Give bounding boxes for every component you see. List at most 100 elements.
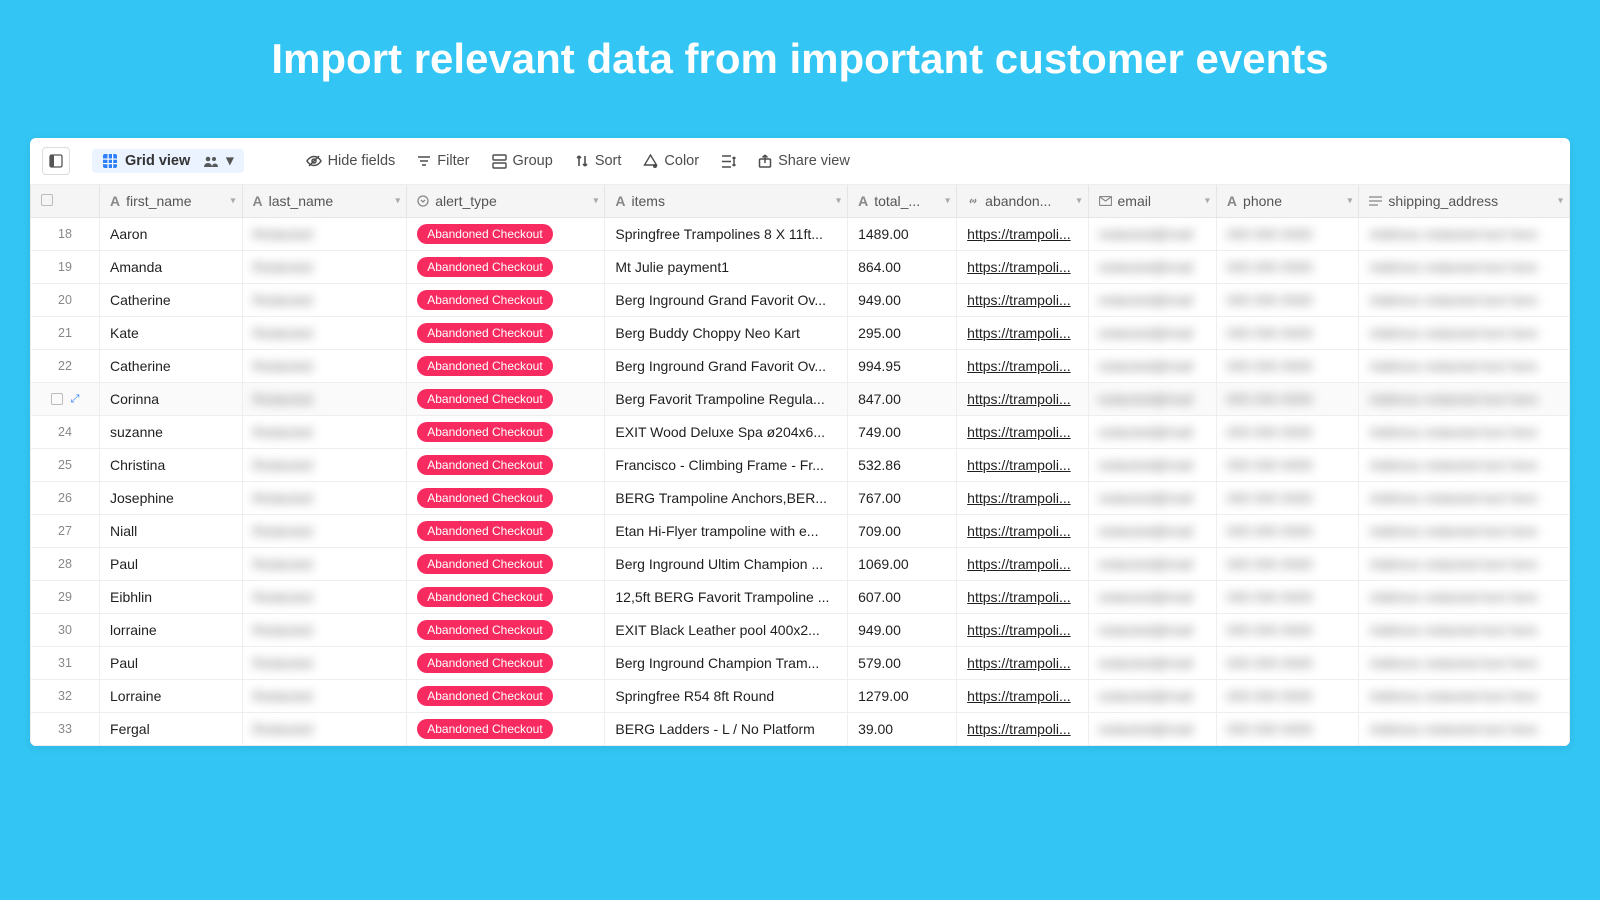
shipping-cell[interactable]: Address redacted text here [1359,350,1570,383]
first-name-cell[interactable]: Josephine [100,482,242,515]
total-cell[interactable]: 994.95 [848,350,957,383]
total-cell[interactable]: 864.00 [848,251,957,284]
first-name-cell[interactable]: Lorraine [100,680,242,713]
row-number-cell[interactable]: 33 [31,713,100,746]
abandon-link[interactable]: https://trampoli... [967,589,1070,605]
row-number-cell[interactable]: 29 [31,581,100,614]
total-cell[interactable]: 749.00 [848,416,957,449]
table-row[interactable]: 20CatherineRedactedAbandoned CheckoutBer… [31,284,1570,317]
first-name-cell[interactable]: Amanda [100,251,242,284]
abandon-link[interactable]: https://trampoli... [967,523,1070,539]
row-number-cell[interactable]: 30 [31,614,100,647]
abandon-link[interactable]: https://trampoli... [967,721,1070,737]
table-row[interactable]: 33FergalRedactedAbandoned CheckoutBERG L… [31,713,1570,746]
last-name-cell[interactable]: Redacted [242,581,407,614]
email-cell[interactable]: redacted@mail [1088,416,1216,449]
row-number-cell[interactable]: 26 [31,482,100,515]
abandon-cell[interactable]: https://trampoli... [957,680,1088,713]
row-number-cell[interactable]: 18 [31,218,100,251]
col-total[interactable]: Atotal_...▾ [848,185,957,218]
row-number-cell[interactable]: 32 [31,680,100,713]
items-cell[interactable]: BERG Ladders - L / No Platform [605,713,848,746]
alert-type-cell[interactable]: Abandoned Checkout [407,416,605,449]
shipping-cell[interactable]: Address redacted text here [1359,317,1570,350]
table-row[interactable]: 29EibhlinRedactedAbandoned Checkout12,5f… [31,581,1570,614]
row-height-button[interactable] [721,154,736,169]
shipping-cell[interactable]: Address redacted text here [1359,416,1570,449]
email-cell[interactable]: redacted@mail [1088,284,1216,317]
total-cell[interactable]: 1279.00 [848,680,957,713]
chevron-down-icon[interactable]: ▾ [1558,196,1563,207]
total-cell[interactable]: 949.00 [848,284,957,317]
phone-cell[interactable]: 000 000 0000 [1216,548,1358,581]
first-name-cell[interactable]: lorraine [100,614,242,647]
abandon-cell[interactable]: https://trampoli... [957,218,1088,251]
last-name-cell[interactable]: Redacted [242,416,407,449]
total-cell[interactable]: 709.00 [848,515,957,548]
alert-type-cell[interactable]: Abandoned Checkout [407,680,605,713]
table-row[interactable]: 31PaulRedactedAbandoned CheckoutBerg Ing… [31,647,1570,680]
hide-fields-button[interactable]: Hide fields [306,153,396,169]
abandon-link[interactable]: https://trampoli... [967,226,1070,242]
shipping-cell[interactable]: Address redacted text here [1359,284,1570,317]
shipping-cell[interactable]: Address redacted text here [1359,383,1570,416]
chevron-down-icon[interactable]: ▾ [945,196,950,207]
total-cell[interactable]: 579.00 [848,647,957,680]
col-email[interactable]: email▾ [1088,185,1216,218]
abandon-link[interactable]: https://trampoli... [967,556,1070,572]
shipping-cell[interactable]: Address redacted text here [1359,515,1570,548]
group-button[interactable]: Group [492,153,553,169]
items-cell[interactable]: 12,5ft BERG Favorit Trampoline ... [605,581,848,614]
first-name-cell[interactable]: Catherine [100,284,242,317]
table-row[interactable]: ⤢CorinnaRedactedAbandoned CheckoutBerg F… [31,383,1570,416]
email-cell[interactable]: redacted@mail [1088,614,1216,647]
checkbox-icon[interactable] [51,393,63,405]
table-row[interactable]: 32LorraineRedactedAbandoned CheckoutSpri… [31,680,1570,713]
share-view-button[interactable]: Share view [758,153,850,169]
last-name-cell[interactable]: Redacted [242,317,407,350]
checkbox-icon[interactable] [41,194,53,206]
abandon-link[interactable]: https://trampoli... [967,259,1070,275]
total-cell[interactable]: 295.00 [848,317,957,350]
chevron-down-icon[interactable]: ▾ [836,196,841,207]
shipping-cell[interactable]: Address redacted text here [1359,614,1570,647]
alert-type-cell[interactable]: Abandoned Checkout [407,515,605,548]
alert-type-cell[interactable]: Abandoned Checkout [407,647,605,680]
abandon-link[interactable]: https://trampoli... [967,655,1070,671]
email-cell[interactable]: redacted@mail [1088,713,1216,746]
phone-cell[interactable]: 000 000 0000 [1216,218,1358,251]
row-number-cell[interactable]: 24 [31,416,100,449]
col-items[interactable]: Aitems▾ [605,185,848,218]
col-phone[interactable]: Aphone▾ [1216,185,1358,218]
table-row[interactable]: 28PaulRedactedAbandoned CheckoutBerg Ing… [31,548,1570,581]
abandon-cell[interactable]: https://trampoli... [957,251,1088,284]
row-number-cell[interactable]: 22 [31,350,100,383]
abandon-cell[interactable]: https://trampoli... [957,614,1088,647]
first-name-cell[interactable]: Niall [100,515,242,548]
alert-type-cell[interactable]: Abandoned Checkout [407,449,605,482]
alert-type-cell[interactable]: Abandoned Checkout [407,218,605,251]
abandon-link[interactable]: https://trampoli... [967,391,1070,407]
items-cell[interactable]: EXIT Wood Deluxe Spa ø204x6... [605,416,848,449]
last-name-cell[interactable]: Redacted [242,713,407,746]
shipping-cell[interactable]: Address redacted text here [1359,251,1570,284]
first-name-cell[interactable]: Paul [100,548,242,581]
email-cell[interactable]: redacted@mail [1088,383,1216,416]
alert-type-cell[interactable]: Abandoned Checkout [407,614,605,647]
items-cell[interactable]: Springfree Trampolines 8 X 11ft... [605,218,848,251]
col-alert-type[interactable]: alert_type▾ [407,185,605,218]
phone-cell[interactable]: 000 000 0000 [1216,647,1358,680]
last-name-cell[interactable]: Redacted [242,647,407,680]
first-name-cell[interactable]: Catherine [100,350,242,383]
last-name-cell[interactable]: Redacted [242,548,407,581]
email-cell[interactable]: redacted@mail [1088,317,1216,350]
col-shipping[interactable]: shipping_address▾ [1359,185,1570,218]
alert-type-cell[interactable]: Abandoned Checkout [407,548,605,581]
alert-type-cell[interactable]: Abandoned Checkout [407,317,605,350]
first-name-cell[interactable]: Kate [100,317,242,350]
abandon-cell[interactable]: https://trampoli... [957,284,1088,317]
abandon-cell[interactable]: https://trampoli... [957,713,1088,746]
alert-type-cell[interactable]: Abandoned Checkout [407,713,605,746]
abandon-link[interactable]: https://trampoli... [967,325,1070,341]
abandon-cell[interactable]: https://trampoli... [957,515,1088,548]
